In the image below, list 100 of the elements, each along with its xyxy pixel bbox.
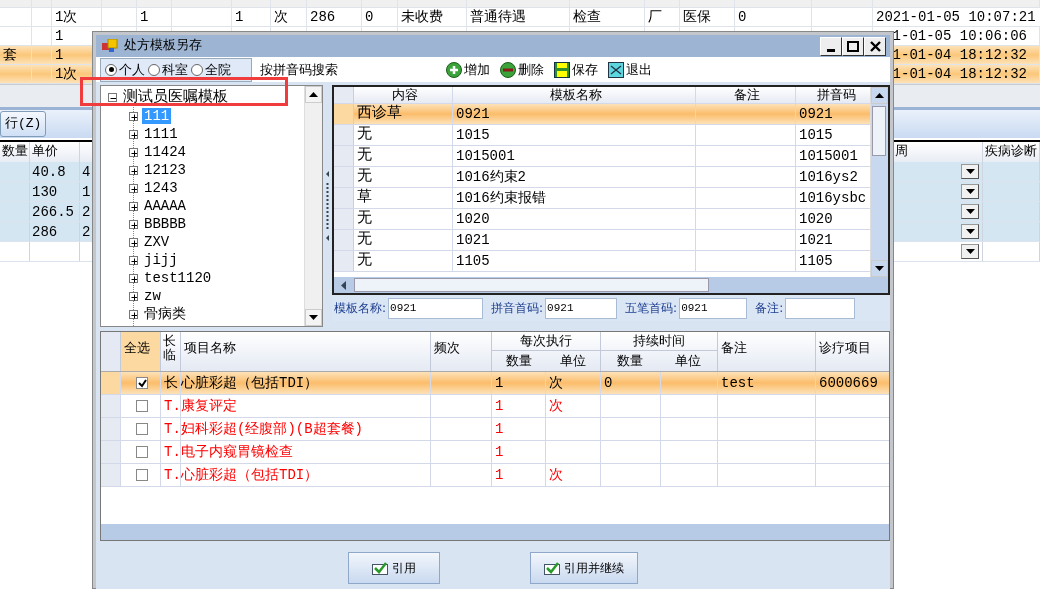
dialog-button[interactable]: 引用 — [348, 552, 440, 584]
scrollbar[interactable] — [101, 524, 889, 540]
tree-item[interactable]: 测试员医嘱模板 — [121, 89, 230, 106]
dropdown-button[interactable] — [961, 224, 979, 239]
row-header — [334, 251, 354, 271]
checkbox[interactable] — [136, 400, 148, 413]
toolbar-button[interactable]: 增加 — [443, 59, 493, 80]
checkbox[interactable] — [136, 446, 148, 459]
checkbox[interactable] — [136, 469, 148, 482]
expand-icon[interactable] — [129, 111, 138, 121]
tree-item[interactable]: AAAAA — [142, 198, 188, 214]
table-row[interactable]: 无 1020 1020 — [334, 209, 870, 230]
dropdown-button[interactable] — [961, 244, 979, 259]
expand-icon[interactable] — [129, 165, 138, 175]
toolbar-button[interactable]: 保存 — [551, 59, 601, 80]
column-header: 频次 — [431, 332, 492, 371]
toolbar-button[interactable]: 退出 — [605, 59, 655, 80]
scroll-up-button[interactable] — [871, 87, 888, 104]
expand-icon[interactable] — [129, 183, 138, 193]
input-field[interactable]: 0921 — [388, 297, 484, 319]
expand-icon[interactable] — [129, 219, 138, 229]
table-cell: 1次 — [52, 8, 102, 26]
tree-item[interactable]: zw — [142, 288, 163, 304]
tree-item[interactable]: 骨病类 — [142, 306, 188, 322]
minimize-button[interactable] — [820, 36, 842, 56]
table-row[interactable]: T.妇科彩超(经腹部)(B超套餐) 1 — [101, 418, 889, 441]
tree-item[interactable]: 1243 — [142, 180, 180, 196]
table-cell: 无 — [354, 146, 453, 166]
scroll-thumb[interactable] — [354, 278, 709, 292]
collapse-icon[interactable] — [108, 93, 117, 102]
table-row[interactable]: T.康复评定 1 次 — [101, 395, 889, 418]
tree-item[interactable]: 1111 — [142, 126, 180, 142]
radio-label[interactable]: 个人 — [119, 59, 145, 80]
tree-item[interactable]: 11424 — [142, 144, 188, 160]
tree-item[interactable]: 12123 — [142, 162, 188, 178]
caret-icon — [965, 249, 975, 254]
table-cell: 妇科彩超(经腹部)(B超套餐) — [181, 418, 431, 440]
table-row[interactable]: 无 1021 1021 — [334, 230, 870, 251]
input-field[interactable]: 0921 — [679, 297, 748, 319]
checkbox[interactable] — [136, 377, 148, 390]
table-row[interactable]: 草 1016约束报错 1016ysbc — [334, 188, 870, 209]
column-header: 单位 — [674, 352, 702, 370]
tree-item[interactable]: BBBBB — [142, 216, 188, 232]
expand-icon[interactable] — [129, 309, 138, 319]
table-row[interactable]: 无 1015 1015 — [334, 125, 870, 146]
row-header — [334, 230, 354, 250]
expand-icon[interactable] — [129, 273, 138, 283]
scrollbar[interactable] — [870, 87, 888, 277]
table-row[interactable]: T.心脏彩超（包括TDI） 1 次 — [101, 464, 889, 487]
radio-label[interactable]: 科室 — [162, 59, 188, 80]
scrollbar[interactable] — [304, 86, 323, 326]
table-row[interactable]: T.电子内窥胃镜检查 1 — [101, 441, 889, 464]
scrollbar[interactable] — [334, 277, 888, 293]
scroll-thumb[interactable] — [872, 106, 886, 156]
scroll-up-button[interactable] — [305, 86, 323, 103]
expand-icon[interactable] — [129, 255, 138, 265]
row-header — [101, 464, 121, 486]
dropdown-button[interactable] — [961, 204, 979, 219]
table-cell: 130 — [30, 182, 80, 201]
column-header: 持续时间 — [601, 332, 717, 351]
tree-item[interactable]: test1120 — [142, 270, 214, 286]
tree-item[interactable]: ZXV — [142, 234, 172, 250]
dropdown-button[interactable] — [961, 184, 979, 199]
table-cell: 1 — [137, 8, 172, 26]
toolbar-button[interactable]: 删除 — [497, 59, 547, 80]
expand-icon[interactable] — [129, 147, 138, 157]
input-field[interactable]: 0921 — [545, 297, 618, 319]
row-header — [334, 167, 354, 187]
maximize-button[interactable] — [842, 36, 864, 56]
scroll-down-button[interactable] — [305, 309, 323, 326]
radio-label[interactable]: 全院 — [205, 59, 231, 80]
input-field[interactable] — [785, 297, 856, 319]
column-header: 模板名称 — [453, 87, 696, 103]
checkbox[interactable] — [136, 423, 148, 436]
expand-icon[interactable] — [129, 237, 138, 247]
check-icon — [544, 561, 560, 575]
table-row[interactable]: 无 1015001 1015001 — [334, 146, 870, 167]
table-row[interactable]: 西诊草 0921 0921 — [334, 104, 870, 125]
close-button[interactable] — [864, 36, 886, 56]
radio-button[interactable] — [148, 63, 160, 76]
expand-icon[interactable] — [129, 129, 138, 139]
caret-icon — [965, 189, 975, 194]
splitter-handle[interactable] — [325, 171, 330, 241]
radio-button[interactable] — [191, 63, 203, 76]
table-cell: 次 — [546, 464, 601, 486]
tree-item[interactable]: jijj — [142, 252, 180, 268]
table-cell: 西诊草 — [354, 104, 453, 124]
dropdown-button[interactable] — [961, 164, 979, 179]
table-row[interactable]: 无 1016约束2 1016ys2 — [334, 167, 870, 188]
scroll-down-button[interactable] — [871, 260, 888, 277]
expand-icon[interactable] — [129, 201, 138, 211]
table-row[interactable]: 长 心脏彩超（包括TDI） 1 次 0 test 6000669 — [101, 372, 889, 395]
maximize-icon — [847, 40, 859, 52]
toolbar-button[interactable]: 行(Z) — [0, 111, 47, 137]
table-cell: 1 — [492, 395, 546, 417]
table-row[interactable]: 无 1105 1105 — [334, 251, 870, 272]
expand-icon[interactable] — [129, 291, 138, 301]
dialog-button[interactable]: 引用并继续 — [530, 552, 638, 584]
radio-button[interactable] — [105, 63, 117, 76]
column-header: 单位 — [559, 352, 587, 370]
